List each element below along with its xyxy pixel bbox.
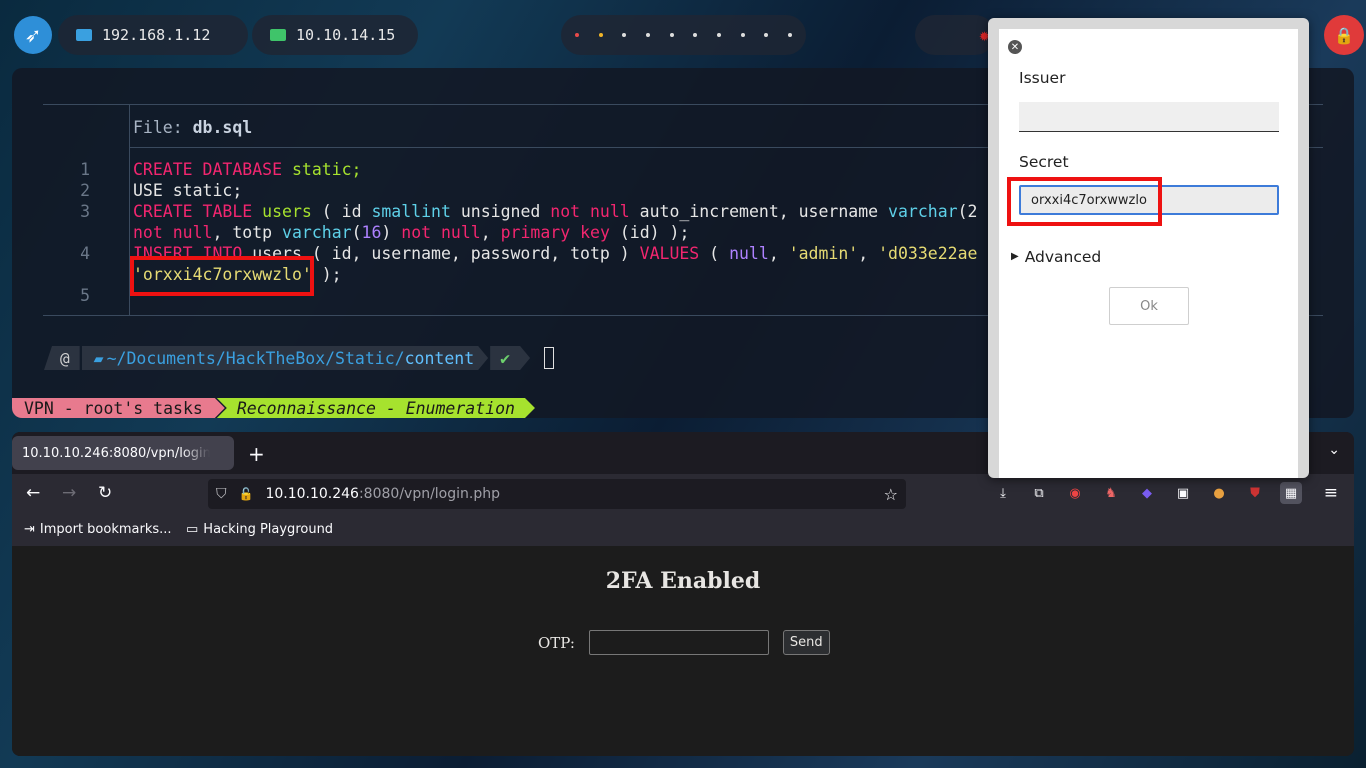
url-path: :8080/vpn/login.php <box>358 486 500 502</box>
workspace-dot-1[interactable] <box>574 33 579 37</box>
host-ip-text: 192.168.1.12 <box>102 26 211 44</box>
firefox-window[interactable]: 10.10.10.246:8080/vpn/login.php + ⌄ ← → … <box>12 432 1354 756</box>
send-button[interactable]: Send <box>782 630 830 655</box>
code-line-3: CREATE TABLE users ( id smallint unsigne… <box>133 202 978 221</box>
folder-icon: ▭ <box>186 522 199 537</box>
vpn-ip-text: 10.10.14.15 <box>296 26 396 44</box>
bookmark-star-icon[interactable]: ☆ <box>884 485 898 504</box>
tmux-status-bar: VPN - root's tasks Reconnaissance - Enum… <box>12 398 535 418</box>
workspace-dot-10[interactable] <box>788 33 793 37</box>
line-number-3: 3 <box>80 202 90 221</box>
checkmark-icon: ✔ <box>500 348 511 368</box>
wappalyzer-icon[interactable]: ♞ <box>1100 482 1122 504</box>
page-content: 2FA Enabled OTP: Send <box>12 546 1354 756</box>
advanced-label: Advanced <box>1024 248 1102 266</box>
hackbar-icon[interactable]: ◆ <box>1136 482 1158 504</box>
authenticator-qr-icon[interactable]: ▦ <box>1280 482 1302 504</box>
shell-prompt: @ ▰ ~/Documents/HackTheBox/Static/conten… <box>44 346 555 370</box>
workspace-dot-4[interactable] <box>645 33 650 37</box>
code-line-2: USE static; <box>133 181 243 200</box>
lock-icon: 🔒 <box>1334 25 1354 45</box>
file-name: db.sql <box>192 118 253 137</box>
line-number-2: 2 <box>80 181 90 200</box>
close-icon[interactable]: ✕ <box>1008 40 1022 54</box>
totp-secret-string: 'orxxi4c7orxwwzlo' <box>133 265 312 284</box>
forward-arrow-icon[interactable]: → <box>62 483 76 503</box>
otp-form: OTP: Send <box>538 630 830 655</box>
line-number-5: 5 <box>80 286 90 305</box>
prompt-status-segment: ✔ <box>490 346 530 370</box>
cookie-editor-icon[interactable]: ● <box>1208 482 1230 504</box>
url-bar[interactable]: ⛉ 🔓 10.10.10.246:8080/vpn/login.php ☆ <box>208 479 906 509</box>
prompt-os-segment: @ <box>44 346 80 370</box>
folder-icon: ▰ <box>93 348 104 368</box>
prompt-current-dir: content <box>404 348 475 368</box>
back-arrow-icon[interactable]: ← <box>26 483 40 503</box>
laptop-icon <box>270 29 286 41</box>
system-tray[interactable]: ✹ <box>915 15 995 55</box>
vpn-ip-indicator[interactable]: 10.10.14.15 <box>252 15 418 55</box>
debian-swirl-icon: @ <box>60 348 70 368</box>
user-agent-icon[interactable]: ▣ <box>1172 482 1194 504</box>
otp-input[interactable] <box>588 630 769 655</box>
issuer-label: Issuer <box>1019 69 1066 87</box>
monitor-icon <box>76 29 92 41</box>
secret-input[interactable]: orxxi4c7orxwwzlo <box>1019 185 1279 215</box>
bookmark-import[interactable]: ⇥ Import bookmarks... <box>24 522 172 537</box>
lock-screen-button[interactable]: 🔒 <box>1324 15 1364 55</box>
file-label: File: <box>133 118 183 137</box>
hamburger-menu-icon[interactable]: ≡ <box>1324 483 1338 503</box>
prompt-path: ~/Documents/HackTheBox/Static/ <box>106 348 405 368</box>
insecure-lock-icon[interactable]: 🔓 <box>239 487 254 501</box>
secret-label: Secret <box>1019 153 1069 171</box>
import-icon: ⇥ <box>24 522 35 537</box>
disclosure-triangle-icon: ▶ <box>1011 251 1019 262</box>
authenticator-popup: ✕ Issuer Secret orxxi4c7orxwwzlo ▶ Advan… <box>988 18 1309 478</box>
bookmarks-toolbar: ⇥ Import bookmarks... ▭ Hacking Playground <box>12 514 1354 546</box>
downloads-icon[interactable]: ⤓ <box>992 482 1014 504</box>
advanced-toggle[interactable]: ▶ Advanced <box>1011 248 1101 266</box>
issuer-input[interactable] <box>1019 102 1279 132</box>
workspace-dot-3[interactable] <box>622 33 627 37</box>
line-number-1: 1 <box>80 160 90 179</box>
authenticator-panel: ✕ Issuer Secret orxxi4c7orxwwzlo ▶ Advan… <box>999 29 1298 478</box>
workspace-dot-2[interactable] <box>598 33 603 37</box>
workspace-switcher[interactable] <box>561 15 806 55</box>
workspace-dot-5[interactable] <box>669 33 674 37</box>
new-tab-plus-icon[interactable]: + <box>248 442 265 466</box>
ok-button[interactable]: Ok <box>1109 287 1189 325</box>
reload-icon[interactable]: ↻ <box>98 483 112 503</box>
terminal-cursor <box>544 347 555 369</box>
foxyproxy-icon[interactable]: ◉ <box>1064 482 1086 504</box>
extensions-puzzle-icon[interactable]: ⧉ <box>1028 482 1050 504</box>
workspace-dot-7[interactable] <box>716 33 721 37</box>
code-line-3-wrap: not null, totp varchar(16) not null, pri… <box>133 223 690 242</box>
kali-dragon-icon: ➶ <box>24 23 42 47</box>
tmux-session-name[interactable]: VPN - root's tasks <box>12 398 225 418</box>
tab-title: 10.10.10.246:8080/vpn/login.php <box>22 445 210 461</box>
extension-toolbar: ⤓ ⧉ ◉ ♞ ◆ ▣ ● ⛊ ▦ <box>992 482 1302 504</box>
host-ip-indicator[interactable]: 192.168.1.12 <box>58 15 248 55</box>
code-line-4-wrap: 'orxxi4c7orxwwzlo' ); <box>133 265 342 284</box>
workspace-dot-9[interactable] <box>764 33 769 37</box>
otp-label: OTP: <box>538 633 575 652</box>
kali-menu-button[interactable]: ➶ <box>14 16 52 54</box>
workspace-dot-6[interactable] <box>693 33 698 37</box>
tracking-shield-icon[interactable]: ⛉ <box>216 486 227 502</box>
tmux-window-name[interactable]: Reconnaissance - Enumeration <box>217 398 535 418</box>
workspace-dot-8[interactable] <box>740 33 745 37</box>
prompt-path-segment: ▰ ~/Documents/HackTheBox/Static/content <box>82 346 489 370</box>
code-line-4: INSERT INTO users ( id, username, passwo… <box>133 244 978 263</box>
tab-vpn-login[interactable]: 10.10.10.246:8080/vpn/login.php <box>12 436 234 470</box>
bat-file-header: File: db.sql <box>133 118 252 137</box>
code-line-1: CREATE DATABASE static; <box>133 160 362 179</box>
bat-gutter-separator <box>129 105 130 315</box>
ublock-icon[interactable]: ⛊ <box>1244 482 1266 504</box>
bookmark-folder-hacking-playground[interactable]: ▭ Hacking Playground <box>186 522 333 537</box>
page-title: 2FA Enabled <box>605 568 761 594</box>
line-number-4: 4 <box>80 244 90 263</box>
url-host: 10.10.10.246 <box>265 486 359 502</box>
tab-list-chevron-down-icon[interactable]: ⌄ <box>1328 442 1340 458</box>
navigation-toolbar: ← → ↻ ⛉ 🔓 10.10.10.246:8080/vpn/login.ph… <box>12 474 1354 514</box>
